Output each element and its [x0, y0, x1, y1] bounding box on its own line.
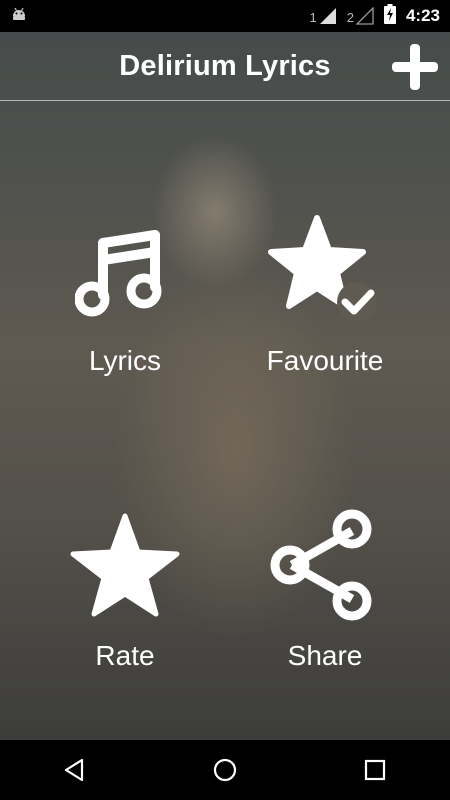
sim1-label: 1	[309, 10, 317, 25]
home-icon	[213, 758, 237, 782]
sim2-signal: 2	[347, 7, 374, 25]
recents-button[interactable]	[345, 740, 405, 800]
app-bar: Delirium Lyrics	[0, 32, 450, 101]
back-button[interactable]	[45, 740, 105, 800]
app-title: Delirium Lyrics	[119, 49, 331, 82]
back-icon	[64, 758, 84, 782]
android-debug-icon	[10, 5, 28, 28]
signal-empty-icon	[355, 7, 374, 25]
sim1-signal: 1	[310, 7, 337, 25]
lyrics-button[interactable]: Lyrics	[25, 205, 225, 435]
plus-icon	[392, 44, 438, 90]
navigation-bar	[0, 740, 450, 800]
sim2-label: 2	[346, 10, 354, 25]
recents-icon	[364, 759, 386, 781]
clock: 4:23	[405, 6, 440, 25]
status-bar: 1 2 4:23	[0, 0, 450, 32]
signal-icon	[319, 8, 336, 24]
rate-button[interactable]: Rate	[25, 500, 225, 730]
home-button[interactable]	[195, 740, 255, 800]
music-note-icon	[75, 205, 175, 335]
lyrics-label: Lyrics	[88, 345, 162, 376]
favourite-label: Favourite	[266, 345, 384, 376]
favourite-button[interactable]: Favourite	[225, 205, 425, 435]
rate-label: Rate	[95, 640, 155, 671]
star-icon	[67, 500, 183, 630]
share-icon	[270, 500, 380, 630]
share-button[interactable]: Share	[225, 500, 425, 730]
add-button[interactable]	[390, 42, 440, 92]
battery-charging-icon	[383, 3, 396, 29]
share-label: Share	[287, 640, 363, 671]
star-check-icon	[265, 205, 385, 335]
